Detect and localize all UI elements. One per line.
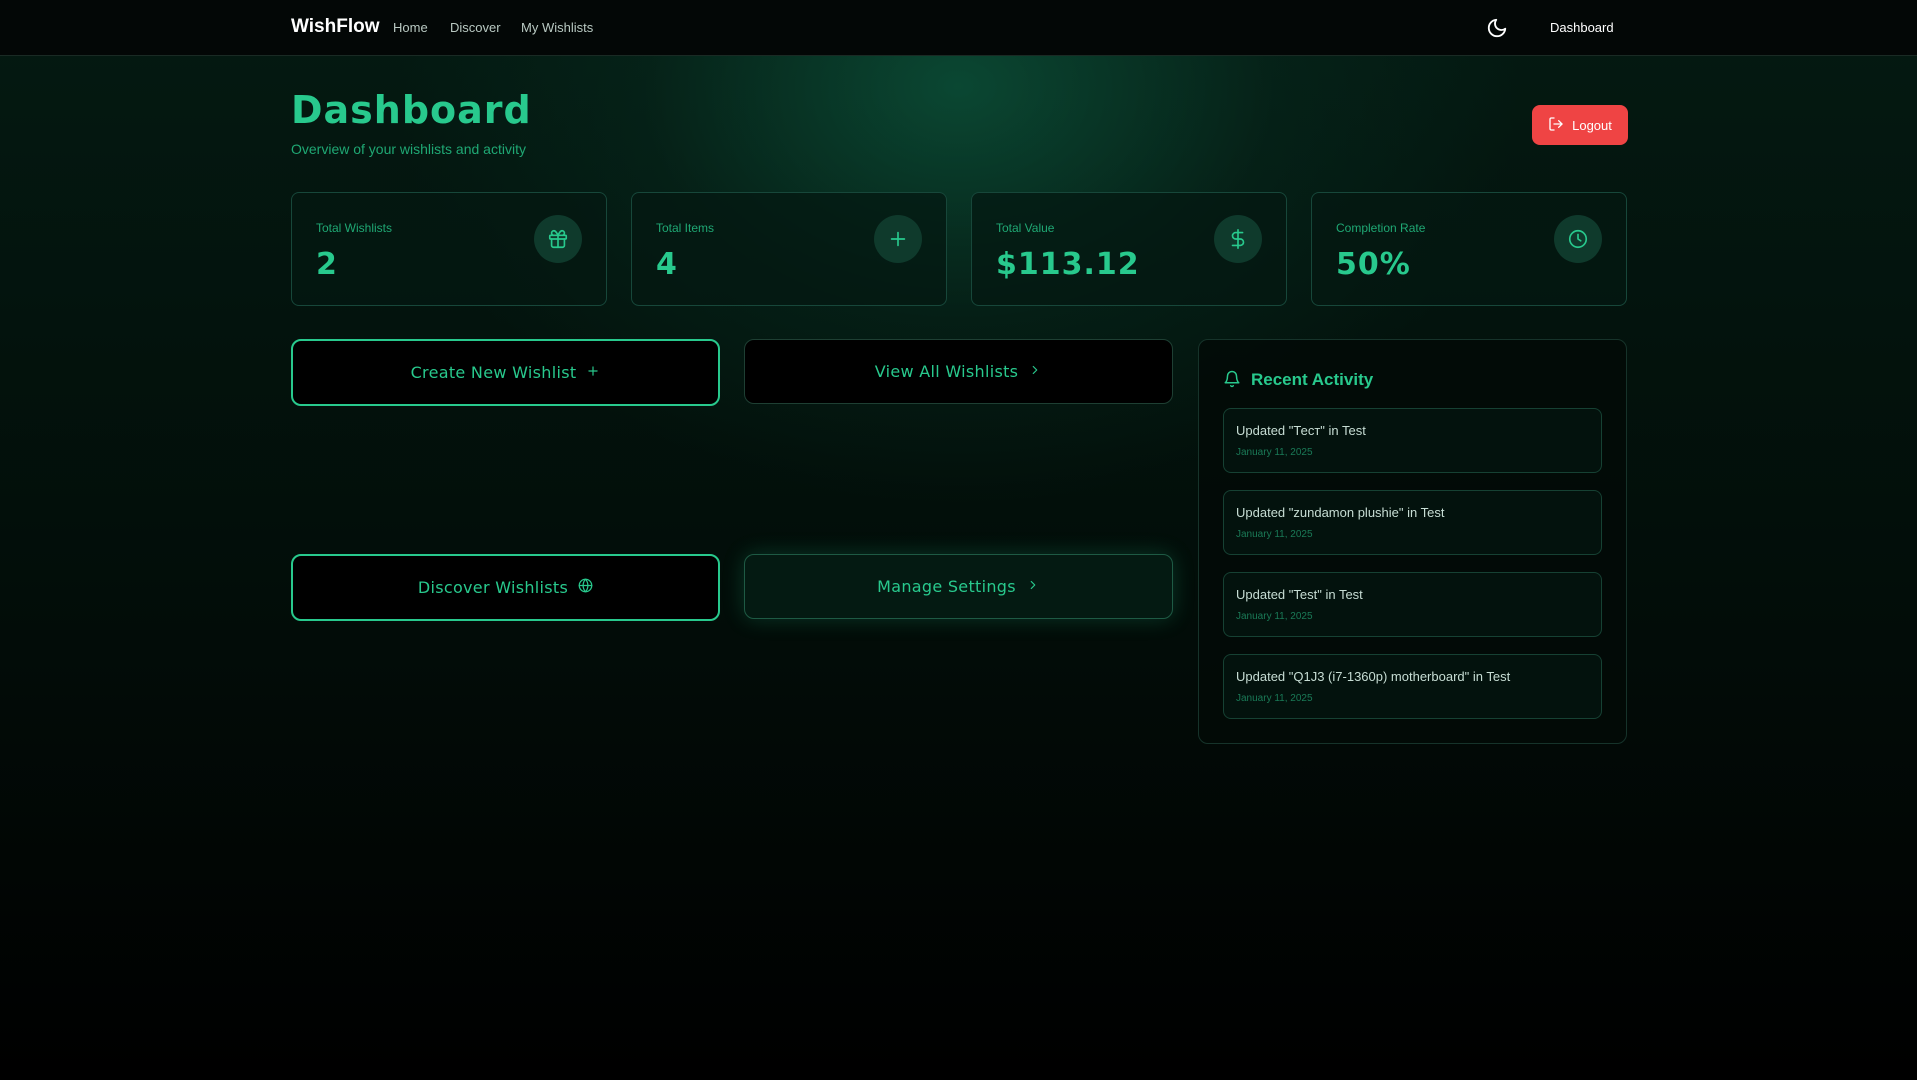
activity-item[interactable]: Updated "zundamon plushie" in Test Janua…: [1223, 490, 1602, 555]
stat-value: 4: [656, 247, 678, 282]
plus-icon: [874, 215, 922, 263]
stat-label: Total Value: [996, 221, 1055, 235]
activity-date: January 11, 2025: [1236, 611, 1313, 622]
stat-value: 50%: [1336, 247, 1411, 282]
logout-label: Logout: [1572, 117, 1612, 133]
nav-link-home[interactable]: Home: [393, 20, 428, 35]
recent-activity-title: Recent Activity: [1251, 370, 1374, 389]
activity-text: Updated "Q1J3 (i7-1360p) motherboard" in…: [1236, 669, 1511, 684]
activity-item[interactable]: Updated "Q1J3 (i7-1360p) motherboard" in…: [1223, 654, 1602, 719]
create-wishlist-label: Create New Wishlist: [410, 363, 577, 382]
recent-activity-panel: Recent Activity Updated "Тест" in Test J…: [1198, 339, 1627, 744]
activity-text: Updated "Test" in Test: [1236, 587, 1363, 602]
discover-label: Discover Wishlists: [417, 578, 569, 597]
stat-label: Total Wishlists: [316, 221, 393, 235]
chevron-right-icon: [1028, 362, 1042, 381]
manage-settings-label: Manage Settings: [877, 577, 1016, 596]
view-all-wishlists-button[interactable]: View All Wishlists: [744, 339, 1173, 404]
manage-settings-button[interactable]: Manage Settings: [744, 554, 1173, 619]
stat-label: Completion Rate: [1336, 221, 1426, 235]
stat-card-total-wishlists: Total Wishlists 2: [291, 192, 607, 306]
nav-link-my-wishlists[interactable]: My Wishlists: [521, 20, 593, 35]
stat-card-completion-rate: Completion Rate 50%: [1311, 192, 1627, 306]
activity-text: Updated "zundamon plushie" in Test: [1236, 505, 1445, 520]
page-subtitle: Overview of your wishlists and activity: [291, 141, 526, 157]
stat-card-total-items: Total Items 4: [631, 192, 947, 306]
chevron-right-icon: [1026, 577, 1040, 596]
activity-date: January 11, 2025: [1236, 529, 1313, 540]
stat-value: 2: [316, 247, 338, 282]
nav-link-dashboard[interactable]: Dashboard: [1550, 20, 1614, 35]
nav-link-discover[interactable]: Discover: [450, 20, 501, 35]
stat-value: $113.12: [996, 247, 1140, 282]
brand-logo[interactable]: WishFlow: [291, 16, 380, 38]
activity-item[interactable]: Updated "Test" in Test January 11, 2025: [1223, 572, 1602, 637]
plus-icon: [586, 363, 600, 382]
activity-date: January 11, 2025: [1236, 447, 1313, 458]
logout-icon: [1548, 116, 1564, 135]
gift-icon: [534, 215, 582, 263]
clock-icon: [1554, 215, 1602, 263]
dollar-icon: [1214, 215, 1262, 263]
activity-item[interactable]: Updated "Тест" in Test January 11, 2025: [1223, 408, 1602, 473]
page-title: Dashboard: [291, 88, 532, 132]
activity-text: Updated "Тест" in Test: [1236, 423, 1366, 438]
bell-icon: [1223, 370, 1241, 393]
view-all-label: View All Wishlists: [874, 362, 1019, 381]
moon-icon[interactable]: [1486, 17, 1508, 39]
logout-button[interactable]: Logout: [1532, 105, 1628, 145]
activity-date: January 11, 2025: [1236, 693, 1313, 704]
create-wishlist-button[interactable]: Create New Wishlist: [291, 339, 720, 406]
stat-label: Total Items: [656, 221, 715, 235]
stat-card-total-value: Total Value $113.12: [971, 192, 1287, 306]
top-navbar: WishFlow Home Discover My Wishlists Dash…: [0, 0, 1917, 56]
discover-wishlists-button[interactable]: Discover Wishlists: [291, 554, 720, 621]
globe-icon: [578, 578, 593, 597]
